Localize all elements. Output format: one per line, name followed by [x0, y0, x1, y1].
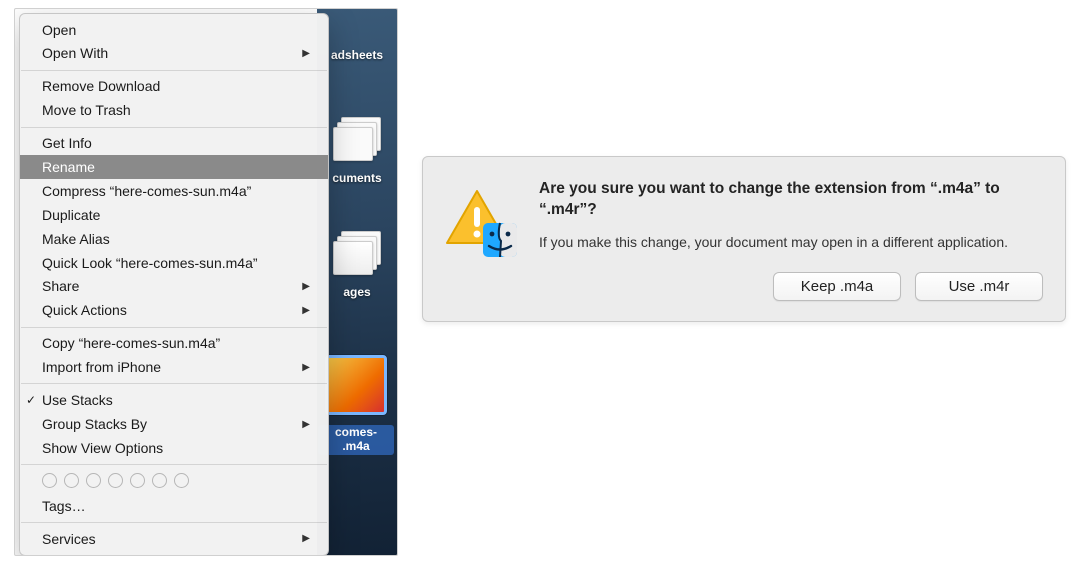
- submenu-arrow-icon: ▶: [302, 47, 310, 61]
- menu-item-label: Get Info: [42, 134, 310, 153]
- menu-item-label: Open With: [42, 44, 294, 63]
- menu-item-quick-actions[interactable]: Quick Actions ▶: [20, 299, 328, 323]
- menu-item-label: Services: [42, 530, 294, 549]
- menu-item-label: Tags…: [42, 497, 310, 516]
- tag-dot[interactable]: [130, 473, 145, 488]
- dialog-body: If you make this change, your document m…: [539, 233, 1043, 253]
- menu-separator: [21, 327, 327, 328]
- stack-icon-documents[interactable]: [331, 117, 383, 161]
- stack-label-spreadsheets: adsheets: [321, 49, 393, 63]
- submenu-arrow-icon: ▶: [302, 532, 310, 546]
- menu-item-label: Compress “here-comes-sun.m4a”: [42, 182, 310, 201]
- stack-label-documents: cuments: [321, 172, 393, 186]
- use-extension-button[interactable]: Use .m4r: [915, 272, 1043, 301]
- menu-item-duplicate[interactable]: Duplicate: [20, 203, 328, 227]
- menu-separator: [21, 70, 327, 71]
- context-menu: Open Open With ▶ Remove Download Move to Tra…: [19, 13, 329, 556]
- menu-item-use-stacks[interactable]: ✓ Use Stacks: [20, 388, 328, 412]
- submenu-arrow-icon: ▶: [302, 304, 310, 318]
- menu-item-rename[interactable]: Rename: [20, 155, 328, 179]
- menu-item-show-view-options[interactable]: Show View Options: [20, 436, 328, 460]
- menu-item-remove-download[interactable]: Remove Download: [20, 75, 328, 99]
- left-panel: adsheets cuments ages comes- .m4a OpenOp…: [14, 8, 398, 556]
- dialog-text: Are you sure you want to change the exte…: [539, 179, 1043, 301]
- tag-dot[interactable]: [108, 473, 123, 488]
- menu-item-label: Group Stacks By: [42, 415, 294, 434]
- file-caption: comes- .m4a: [318, 425, 394, 455]
- menu-item-label: Rename: [42, 158, 310, 177]
- menu-item-label: Move to Trash: [42, 101, 310, 120]
- menu-item-label: Make Alias: [42, 230, 310, 249]
- menu-item-share[interactable]: Share ▶: [20, 275, 328, 299]
- menu-item-make-alias[interactable]: Make Alias: [20, 227, 328, 251]
- menu-separator: [21, 522, 327, 523]
- menu-item-label: Open: [42, 21, 310, 40]
- stack-icon-images[interactable]: [331, 231, 383, 275]
- menu-item-quick-look-here-comes-sun-m4a[interactable]: Quick Look “here-comes-sun.m4a”: [20, 251, 328, 275]
- menu-item-label: Share: [42, 277, 294, 296]
- extension-change-dialog: Are you sure you want to change the exte…: [422, 156, 1066, 322]
- tag-dot[interactable]: [64, 473, 79, 488]
- tag-dot[interactable]: [152, 473, 167, 488]
- submenu-arrow-icon: ▶: [302, 418, 310, 432]
- dialog-title: Are you sure you want to change the exte…: [539, 179, 1043, 221]
- menu-separator: [21, 383, 327, 384]
- stack-label-images: ages: [321, 286, 393, 300]
- menu-item-import-from-iphone[interactable]: Import from iPhone ▶: [20, 356, 328, 380]
- desktop-labels: adsheets cuments ages comes- .m4a: [317, 9, 397, 555]
- menu-item-get-info[interactable]: Get Info: [20, 132, 328, 156]
- submenu-arrow-icon: ▶: [302, 361, 310, 375]
- submenu-arrow-icon: ▶: [302, 280, 310, 294]
- menu-separator: [21, 127, 327, 128]
- menu-item-group-stacks-by[interactable]: Group Stacks By ▶: [20, 412, 328, 436]
- keep-extension-button[interactable]: Keep .m4a: [773, 272, 901, 301]
- menu-item-label: Duplicate: [42, 206, 310, 225]
- check-icon: ✓: [26, 392, 36, 408]
- menu-item-open[interactable]: Open: [20, 18, 328, 42]
- menu-item-compress-here-comes-sun-m4a[interactable]: Compress “here-comes-sun.m4a”: [20, 179, 328, 203]
- menu-item-open-with[interactable]: Open With ▶: [20, 42, 328, 66]
- menu-separator: [21, 464, 327, 465]
- menu-item-copy-here-comes-sun-m4a[interactable]: Copy “here-comes-sun.m4a”: [20, 332, 328, 356]
- tag-dot[interactable]: [42, 473, 57, 488]
- tag-dot[interactable]: [174, 473, 189, 488]
- dialog-buttons: Keep .m4a Use .m4r: [539, 272, 1043, 301]
- file-thumbnail[interactable]: [325, 355, 387, 415]
- menu-item-label: Quick Look “here-comes-sun.m4a”: [42, 254, 310, 273]
- menu-item-label: Copy “here-comes-sun.m4a”: [42, 334, 310, 353]
- menu-item-services[interactable]: Services ▶: [20, 527, 328, 551]
- menu-item-label: Show View Options: [42, 439, 310, 458]
- menu-item-label: Import from iPhone: [42, 358, 294, 377]
- tags-color-row: [20, 469, 328, 494]
- warning-finder-icon: [445, 185, 519, 259]
- menu-item-label: Use Stacks: [42, 391, 310, 410]
- menu-item-label: Quick Actions: [42, 301, 294, 320]
- menu-item-move-to-trash[interactable]: Move to Trash: [20, 99, 328, 123]
- tag-dot[interactable]: [86, 473, 101, 488]
- menu-item-tags[interactable]: Tags…: [20, 494, 328, 518]
- menu-item-label: Remove Download: [42, 77, 310, 96]
